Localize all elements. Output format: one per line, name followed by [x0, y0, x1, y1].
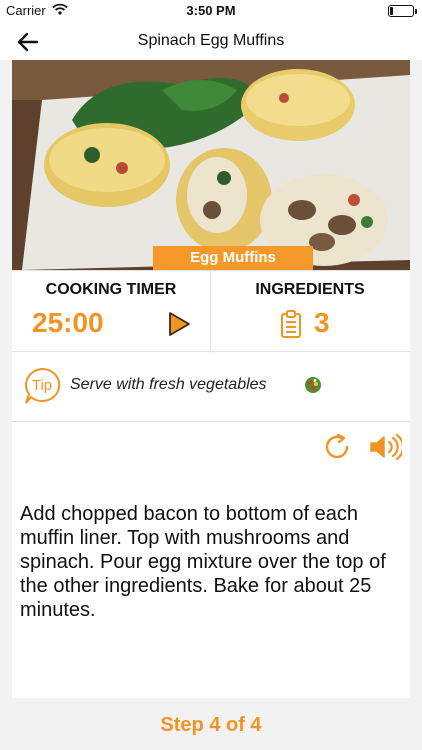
battery-icon: [388, 5, 417, 17]
ingredients-title: INGREDIENTS: [255, 281, 365, 298]
muffins-illustration: [12, 60, 410, 270]
play-icon[interactable]: [166, 310, 192, 338]
cooking-timer-title: COOKING TIMER: [45, 281, 177, 298]
recipe-stats: COOKING TIMER 25:00 INGREDIENTS 3: [12, 270, 410, 353]
timer-value: 25:00: [32, 307, 104, 338]
tip-text: Serve with fresh vegetables: [70, 376, 267, 393]
salad-icon: [305, 377, 321, 393]
ingredients-count[interactable]: 3: [314, 307, 330, 339]
recipe-photo: Egg Muffins: [12, 60, 410, 270]
step-instruction: Add chopped bacon to bottom of each muff…: [20, 503, 386, 621]
battery-level: [390, 7, 393, 15]
step-indicator: Step 4 of 4: [160, 714, 262, 736]
status-bar: Carrier 3:50 PM: [0, 0, 422, 22]
tip-badge-icon: Tip: [25, 367, 61, 404]
speaker-icon[interactable]: [368, 432, 402, 462]
photo-badge: Egg Muffins: [153, 246, 313, 270]
page-title: Spinach Egg Muffins: [137, 32, 285, 49]
tip-row: Tip Serve with fresh vegetables: [12, 352, 410, 422]
clipboard-list-icon[interactable]: [280, 309, 302, 339]
clock: 3:50 PM: [186, 3, 236, 18]
replay-icon[interactable]: [322, 432, 352, 462]
recipe-step-card: Egg Muffins COOKING TIMER 25:00 INGREDIE…: [12, 60, 410, 698]
tip-badge-label: Tip: [32, 377, 52, 394]
navigation-bar: Spinach Egg Muffins: [0, 22, 422, 60]
